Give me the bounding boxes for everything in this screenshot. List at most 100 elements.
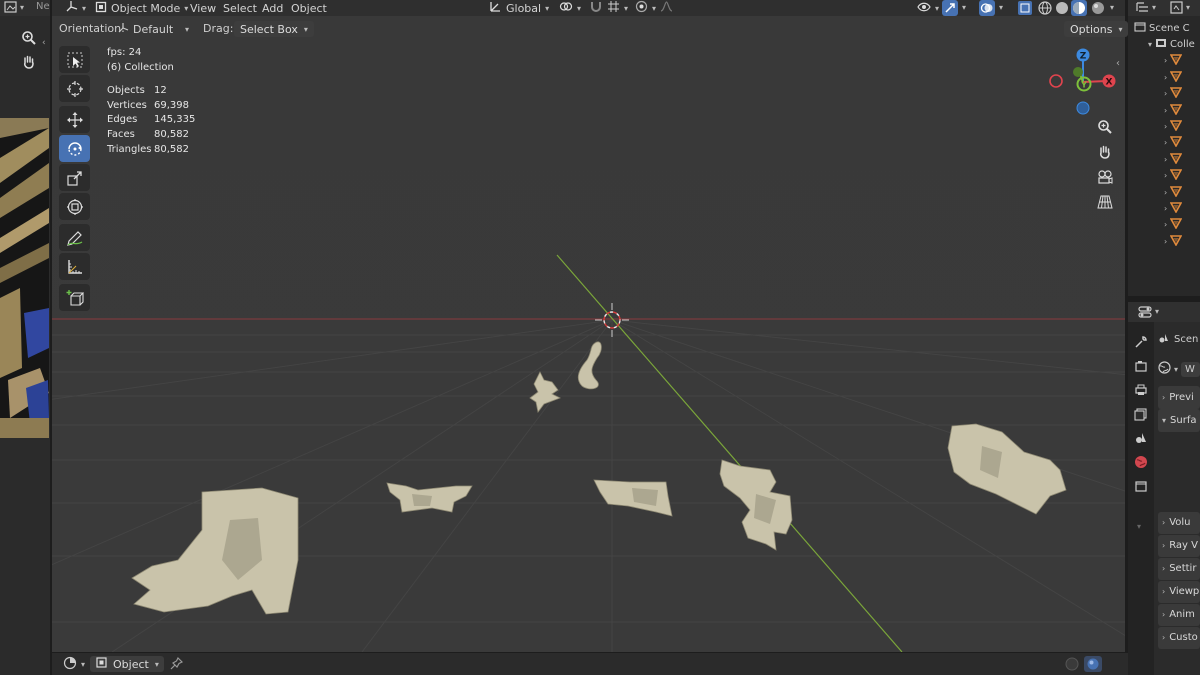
chevron-down-icon[interactable]: ▾ — [1137, 522, 1141, 531]
material-slot-icon[interactable] — [1065, 657, 1079, 674]
pan-view-button[interactable] — [1095, 142, 1115, 162]
panel-volume[interactable]: › Volu — [1158, 511, 1200, 534]
negative-x-axis-icon[interactable] — [1049, 74, 1063, 88]
outliner-object-row[interactable]: › — [1134, 53, 1200, 69]
snap-toggle[interactable]: ▾ — [584, 0, 633, 16]
pan-hand-icon[interactable] — [21, 54, 37, 73]
add-cube-tool[interactable] — [59, 284, 90, 311]
rotate-tool[interactable] — [59, 135, 90, 162]
chevron-right-icon[interactable]: › — [1164, 106, 1167, 115]
filter-icon[interactable] — [1170, 1, 1183, 17]
chevron-down-icon[interactable]: ▾ — [962, 3, 966, 12]
editor-type-button[interactable]: ▾ — [60, 0, 91, 16]
editor-type-icon[interactable] — [4, 1, 18, 17]
properties-panel[interactable]: ▾ ▾ Scen ▾ W › Previ ▾ Surfa › Volu › Ra… — [1128, 302, 1200, 675]
zoom-icon[interactable] — [21, 30, 37, 49]
select-box-tool[interactable] — [59, 46, 90, 73]
move-tool[interactable] — [59, 106, 90, 133]
chevron-down-icon[interactable]: ▾ — [1155, 307, 1159, 316]
outliner-object-row[interactable]: › — [1134, 200, 1200, 216]
transform-orientation-selector[interactable]: Global ▾ — [484, 0, 554, 16]
material-preview-shading-button[interactable] — [1071, 0, 1087, 16]
transform-tool[interactable] — [59, 193, 90, 220]
navigation-gizmo[interactable]: Z X Y — [1046, 46, 1120, 118]
panel-animation[interactable]: › Anim — [1158, 603, 1200, 626]
menu-select[interactable]: Select — [218, 0, 262, 16]
outliner-object-row[interactable]: › — [1134, 69, 1200, 85]
rendered-shading-button[interactable] — [1091, 1, 1105, 18]
chevron-right-icon[interactable]: › — [1164, 171, 1167, 180]
outliner-type-icon[interactable] — [1136, 1, 1150, 17]
interaction-mode-button[interactable]: ▾ — [58, 656, 90, 672]
outliner-object-row[interactable]: › — [1134, 184, 1200, 200]
image-editor-strip[interactable]: ▾ Ne ‹ — [0, 0, 50, 675]
pivot-point-button[interactable]: ▾ — [554, 0, 586, 16]
panel-viewport-display[interactable]: › Viewp — [1158, 580, 1200, 603]
menu-object[interactable]: Object — [286, 0, 332, 16]
mode-selector[interactable]: Object Mode ▾ — [90, 0, 193, 16]
outliner-object-row[interactable]: › — [1134, 102, 1200, 118]
outliner-object-row[interactable]: › — [1134, 151, 1200, 167]
chevron-right-icon[interactable]: › — [1164, 237, 1167, 246]
cursor-tool[interactable] — [59, 75, 90, 102]
drag-dropdown[interactable]: Select Box ▾ — [234, 21, 314, 37]
panel-preview[interactable]: › Previ — [1158, 386, 1200, 409]
chevron-down-icon[interactable]: ▾ — [1148, 40, 1152, 49]
scene-collection-row[interactable]: Scene C — [1134, 20, 1200, 36]
chevron-right-icon[interactable]: › — [1164, 138, 1167, 147]
measure-tool[interactable] — [59, 253, 90, 280]
chevron-down-icon[interactable]: ▾ — [1110, 3, 1114, 12]
chevron-right-icon[interactable]: › — [1164, 73, 1167, 82]
tab-world[interactable] — [1128, 450, 1154, 474]
chevron-right-icon[interactable]: › — [1164, 204, 1167, 213]
collection-row[interactable]: ▾ Colle — [1134, 36, 1200, 52]
tab-collection[interactable] — [1128, 474, 1154, 498]
world-preview-button[interactable] — [1084, 656, 1102, 672]
panel-ray-visibility[interactable]: › Ray V — [1158, 534, 1200, 557]
menu-view[interactable]: View — [185, 0, 221, 16]
options-dropdown[interactable]: Options ▾ — [1064, 21, 1129, 37]
tab-render[interactable] — [1128, 354, 1154, 378]
tab-scene[interactable] — [1128, 426, 1154, 450]
zoom-view-button[interactable] — [1095, 117, 1115, 137]
chevron-right-icon[interactable]: › — [1164, 155, 1167, 164]
viewport-scene[interactable] — [52, 0, 1125, 652]
wireframe-shading-button[interactable] — [1038, 1, 1052, 18]
collapse-chevron-icon[interactable]: ‹ — [42, 38, 46, 48]
solid-shading-button[interactable] — [1055, 1, 1069, 18]
world-name-field[interactable]: W — [1181, 361, 1200, 377]
tab-view-layer[interactable] — [1128, 402, 1154, 426]
tab-output[interactable] — [1128, 378, 1154, 402]
xray-toggle-button[interactable] — [1018, 1, 1032, 15]
texture-image-preview[interactable] — [0, 118, 49, 438]
panel-custom-properties[interactable]: › Custo — [1158, 626, 1200, 649]
chevron-right-icon[interactable]: › — [1164, 188, 1167, 197]
tab-tool[interactable] — [1128, 330, 1154, 354]
chevron-down-icon[interactable]: ▾ — [999, 3, 1003, 12]
outliner-object-row[interactable]: › — [1134, 168, 1200, 184]
outliner-object-row[interactable]: › — [1134, 118, 1200, 134]
outliner-object-row[interactable]: › — [1134, 217, 1200, 233]
orientation-dropdown[interactable]: Default ▾ — [112, 21, 194, 37]
visibility-button[interactable]: ▾ — [912, 0, 944, 16]
pin-icon[interactable] — [170, 656, 184, 673]
annotate-tool[interactable] — [59, 224, 90, 251]
collapse-sidebar-chevron-icon[interactable]: ‹ — [1116, 58, 1120, 69]
chevron-down-icon[interactable]: ▾ — [1152, 3, 1156, 12]
gizmo-toggle-button[interactable] — [942, 0, 958, 16]
world-selector[interactable]: ▾ W — [1158, 358, 1200, 380]
outliner-object-row[interactable]: › — [1134, 86, 1200, 102]
chevron-right-icon[interactable]: › — [1164, 89, 1167, 98]
overlay-toggle-button[interactable] — [979, 0, 995, 16]
footer-mode-dropdown[interactable]: Object ▾ — [90, 656, 164, 672]
outliner-object-row[interactable]: › — [1134, 233, 1200, 249]
perspective-toggle-button[interactable] — [1095, 192, 1115, 212]
menu-add[interactable]: Add — [257, 0, 288, 16]
chevron-down-icon[interactable]: ▾ — [1186, 3, 1190, 12]
proportional-edit-toggle[interactable]: ▾ — [630, 0, 678, 16]
camera-view-button[interactable] — [1095, 167, 1115, 187]
panel-settings[interactable]: › Settir — [1158, 557, 1200, 580]
chevron-down-icon[interactable]: ▾ — [20, 3, 24, 12]
chevron-right-icon[interactable]: › — [1164, 220, 1167, 229]
3d-viewport[interactable] — [52, 0, 1125, 652]
